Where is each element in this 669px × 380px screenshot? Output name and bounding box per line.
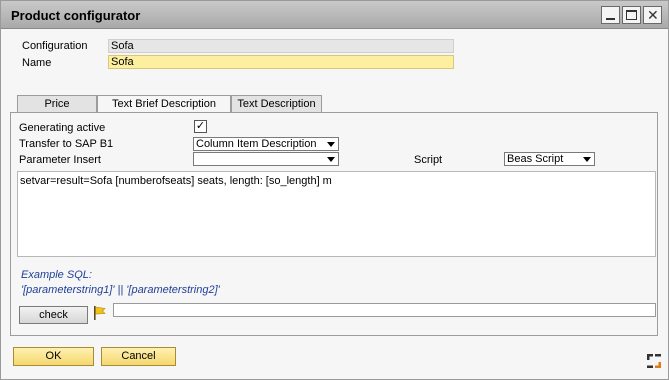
close-icon: ✕ bbox=[647, 7, 659, 23]
name-label: Name bbox=[22, 57, 52, 69]
chevron-down-icon bbox=[327, 142, 335, 147]
configuration-field[interactable]: Sofa bbox=[108, 39, 454, 53]
maximize-button[interactable] bbox=[622, 6, 641, 24]
generating-active-checkbox[interactable]: ✓ bbox=[194, 120, 207, 133]
maximize-icon bbox=[626, 10, 637, 20]
resize-grip-icon[interactable] bbox=[646, 353, 662, 369]
parameter-insert-label: Parameter Insert bbox=[19, 154, 101, 166]
flag-icon bbox=[94, 306, 106, 320]
tab-text-description[interactable]: Text Description bbox=[231, 95, 322, 113]
product-configurator-window: Product configurator ✕ Configuration Sof… bbox=[0, 0, 669, 380]
title-bar[interactable]: Product configurator ✕ bbox=[1, 1, 668, 29]
minimize-icon bbox=[606, 18, 615, 20]
script-label: Script bbox=[414, 154, 443, 166]
window-title: Product configurator bbox=[11, 8, 141, 23]
parameter-insert-select[interactable] bbox=[193, 152, 339, 166]
close-button[interactable]: ✕ bbox=[643, 6, 662, 24]
check-button[interactable]: check bbox=[19, 306, 88, 324]
minimize-button[interactable] bbox=[601, 6, 620, 24]
configuration-label: Configuration bbox=[22, 40, 88, 52]
transfer-to-sap-label: Transfer to SAP B1 bbox=[19, 138, 114, 150]
chevron-down-icon bbox=[583, 157, 591, 162]
tab-price[interactable]: Price bbox=[17, 95, 97, 113]
chevron-down-icon bbox=[327, 157, 335, 162]
cancel-button[interactable]: Cancel bbox=[101, 347, 176, 366]
name-field[interactable]: Sofa bbox=[108, 55, 454, 69]
checkmark-icon: ✓ bbox=[195, 120, 206, 132]
transfer-to-sap-value: Column Item Description bbox=[196, 138, 317, 150]
transfer-to-sap-select[interactable]: Column Item Description bbox=[193, 137, 339, 151]
check-result-field[interactable] bbox=[113, 303, 656, 317]
generating-active-label: Generating active bbox=[19, 122, 106, 134]
script-text-area[interactable]: setvar=result=Sofa [numberofseats] seats… bbox=[17, 171, 656, 257]
ok-button[interactable]: OK bbox=[13, 347, 94, 366]
script-value: Beas Script bbox=[507, 153, 564, 165]
example-sql-heading: Example SQL: bbox=[21, 269, 92, 281]
example-sql-text: '[parameterstring1]' || '[parameterstrin… bbox=[21, 284, 220, 296]
script-select[interactable]: Beas Script bbox=[504, 152, 595, 166]
